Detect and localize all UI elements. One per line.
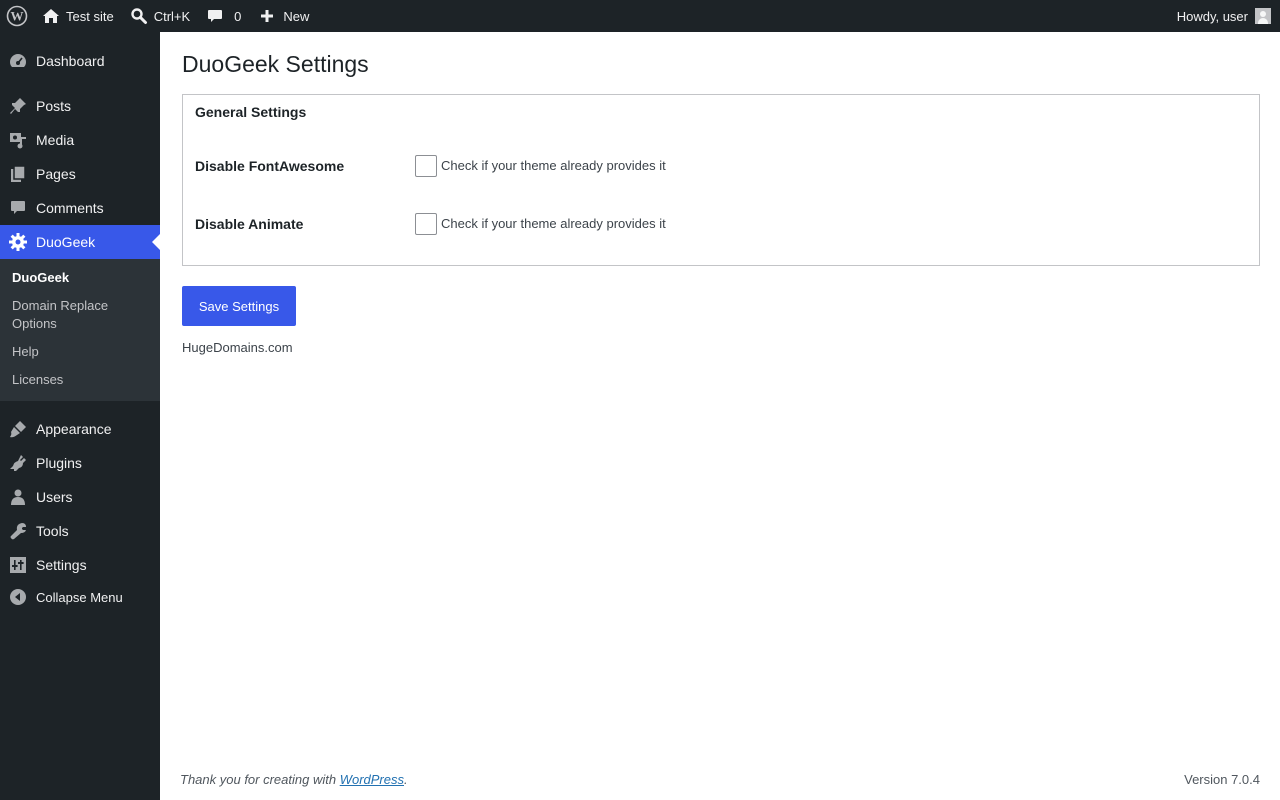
comment-icon bbox=[208, 10, 223, 22]
sidebar-item-pages[interactable]: Pages bbox=[0, 157, 160, 191]
avatar bbox=[1255, 8, 1271, 24]
sidebar-item-label: Posts bbox=[36, 98, 72, 114]
sidebar-item-comments[interactable]: Comments bbox=[0, 191, 160, 225]
footer-thanks-suffix: . bbox=[404, 772, 408, 787]
sidebar-item-duogeek[interactable]: DuoGeek bbox=[0, 225, 160, 259]
sidebar-item-settings[interactable]: Settings bbox=[0, 548, 160, 582]
comments-count: 0 bbox=[234, 8, 242, 24]
site-name-label: Test site bbox=[66, 8, 114, 24]
sliders-icon bbox=[0, 555, 36, 575]
admin-sidebar: Dashboard Posts Media Pages Comments Duo… bbox=[0, 32, 160, 800]
search-shortcut-label: Ctrl+K bbox=[153, 8, 191, 24]
collapse-menu-label: Collapse Menu bbox=[36, 589, 123, 605]
sidebar-item-tools[interactable]: Tools bbox=[0, 514, 160, 548]
collapse-menu-button[interactable]: Collapse Menu bbox=[0, 580, 160, 614]
section-title: General Settings bbox=[195, 104, 307, 120]
sidebar-item-label: Tools bbox=[36, 523, 69, 539]
footer-thanks-prefix: Thank you for creating with bbox=[180, 772, 340, 787]
paintbrush-icon bbox=[0, 419, 36, 439]
wrench-icon bbox=[0, 521, 36, 541]
sidebar-item-label: Comments bbox=[36, 200, 104, 216]
save-settings-button[interactable]: Save Settings bbox=[182, 286, 296, 326]
sidebar-item-appearance[interactable]: Appearance bbox=[0, 412, 160, 446]
sidebar-item-plugins[interactable]: Plugins bbox=[0, 446, 160, 480]
plugin-icon bbox=[0, 453, 36, 473]
comment-icon bbox=[0, 198, 36, 218]
submenu-item-duogeek[interactable]: DuoGeek bbox=[12, 269, 152, 287]
site-name-link[interactable]: Test site bbox=[34, 0, 122, 32]
greeting-label: Howdy, user bbox=[1176, 8, 1248, 24]
comments-link[interactable]: 0 bbox=[198, 0, 249, 32]
submenu-item-domain-replace-options[interactable]: Domain Replace Options bbox=[12, 297, 152, 333]
gear-icon bbox=[0, 232, 36, 252]
wordpress-logo-icon: W bbox=[6, 5, 28, 27]
duogeek-submenu: DuoGeek Domain Replace Options Help Lice… bbox=[0, 259, 160, 401]
home-icon bbox=[43, 9, 59, 23]
sidebar-item-label: Appearance bbox=[36, 421, 112, 437]
media-icon bbox=[0, 130, 36, 150]
sidebar-item-dashboard[interactable]: Dashboard bbox=[0, 44, 160, 78]
search-icon bbox=[130, 8, 147, 24]
sidebar-item-label: Plugins bbox=[36, 455, 82, 471]
sidebar-item-label: Users bbox=[36, 489, 73, 505]
plus-icon bbox=[261, 10, 274, 22]
submenu-item-licenses[interactable]: Licenses bbox=[12, 371, 152, 389]
disable-fontawesome-checkbox[interactable] bbox=[415, 155, 437, 177]
disable-fontawesome-description: Check if your theme already provides it bbox=[441, 158, 666, 173]
sidebar-item-label: DuoGeek bbox=[36, 234, 96, 250]
new-content-button[interactable]: New bbox=[251, 0, 317, 32]
sidebar-item-users[interactable]: Users bbox=[0, 480, 160, 514]
disable-fontawesome-label: Disable FontAwesome bbox=[195, 158, 345, 174]
pin-icon bbox=[0, 96, 36, 116]
sidebar-item-posts[interactable]: Posts bbox=[0, 89, 160, 123]
general-settings-panel: General Settings Disable FontAwesome Che… bbox=[182, 94, 1260, 266]
sidebar-item-label: Dashboard bbox=[36, 53, 105, 69]
dashboard-icon bbox=[0, 51, 36, 71]
wordpress-logo-button[interactable]: W bbox=[0, 0, 34, 32]
search-button[interactable]: Ctrl+K bbox=[122, 0, 198, 32]
collapse-icon bbox=[0, 588, 36, 606]
credit-text: HugeDomains.com bbox=[182, 340, 293, 355]
pages-icon bbox=[0, 164, 36, 184]
admin-bar: W Test site Ctrl+K 0 New Howdy, user bbox=[0, 0, 1280, 32]
disable-animate-checkbox[interactable] bbox=[415, 213, 437, 235]
sidebar-item-label: Pages bbox=[36, 166, 76, 182]
sidebar-item-media[interactable]: Media bbox=[0, 123, 160, 157]
account-menu[interactable]: Howdy, user bbox=[1169, 0, 1280, 32]
footer-thanks: Thank you for creating with WordPress. bbox=[180, 772, 408, 787]
svg-text:W: W bbox=[11, 9, 24, 24]
submenu-item-help[interactable]: Help bbox=[12, 343, 152, 361]
disable-animate-label: Disable Animate bbox=[195, 216, 304, 232]
sidebar-item-label: Settings bbox=[36, 557, 87, 573]
wordpress-link[interactable]: WordPress bbox=[340, 772, 404, 787]
footer-version: Version 7.0.4 bbox=[1184, 772, 1260, 787]
disable-animate-description: Check if your theme already provides it bbox=[441, 216, 666, 231]
user-icon bbox=[0, 487, 36, 507]
sidebar-item-label: Media bbox=[36, 132, 75, 148]
new-label: New bbox=[283, 8, 310, 24]
page-title: DuoGeek Settings bbox=[182, 51, 369, 77]
